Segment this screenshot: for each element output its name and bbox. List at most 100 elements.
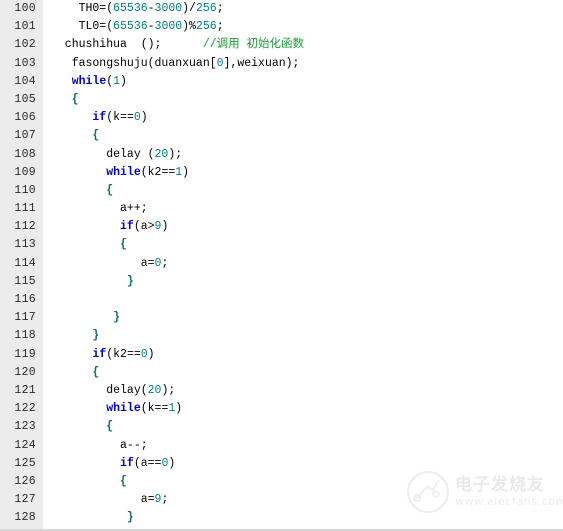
code-line-text[interactable]: if(k2==0): [43, 345, 563, 364]
code-token-pln: (a==: [133, 456, 162, 470]
code-token-pln: [51, 111, 92, 124]
line-number: 105: [0, 90, 43, 110]
code-line[interactable]: 102 chushihua (); //调用 初始化函数: [0, 36, 563, 55]
code-line[interactable]: 113 {: [0, 236, 563, 255]
code-line[interactable]: 109 while(k2==1): [0, 163, 563, 182]
code-line[interactable]: 106 if(k==0): [0, 109, 563, 128]
code-token-pln: [51, 93, 72, 106]
code-token-pln: )/: [182, 2, 196, 15]
code-token-brc: }: [126, 274, 134, 288]
code-line[interactable]: 104 while(1): [0, 72, 563, 91]
code-line[interactable]: 129 }: [0, 527, 563, 529]
line-number: 119: [0, 345, 43, 364]
code-line-text[interactable]: {: [43, 363, 563, 382]
code-token-pln: );: [161, 383, 176, 397]
code-line-text[interactable]: fasongshuju(duanxuan[0],weixuan);: [43, 54, 563, 73]
code-token-brc: {: [106, 420, 114, 434]
code-line-text[interactable]: TH0=(65536-3000)/256;: [43, 0, 563, 19]
code-token-pln: [51, 511, 127, 524]
code-line[interactable]: 120 {: [0, 363, 563, 382]
code-line-text[interactable]: {: [43, 472, 563, 492]
code-listing[interactable]: 100 TH0=(65536-3000)/256; 101 TL0=(65536-…: [0, 0, 563, 529]
code-line-text[interactable]: a++;: [43, 200, 563, 219]
code-token-pln: [51, 420, 106, 433]
code-line[interactable]: 123 {: [0, 418, 563, 437]
code-token-cmt: //调用 初始化函数: [202, 38, 305, 52]
code-line[interactable]: 100 TH0=(65536-3000)/256;: [0, 0, 563, 19]
code-line-text[interactable]: while(1): [43, 72, 563, 91]
code-line-text[interactable]: {: [43, 181, 563, 201]
code-token-pln: [51, 166, 106, 179]
code-line[interactable]: 111 a++;: [0, 200, 563, 219]
code-line-text[interactable]: if(a==0): [43, 454, 563, 473]
code-line-text[interactable]: while(k==1): [43, 400, 563, 419]
code-line[interactable]: 114 a=0;: [0, 254, 563, 273]
code-token-pln: chushihua ();: [51, 38, 203, 52]
code-line[interactable]: 126 {: [0, 472, 563, 492]
code-line[interactable]: 101 TL0=(65536-3000)%256;: [0, 18, 563, 37]
code-line-text[interactable]: while(k2==1): [43, 163, 563, 182]
code-line-text[interactable]: chushihua (); //调用 初始化函数: [43, 36, 563, 55]
code-token-kw: if: [92, 347, 107, 361]
code-line-text[interactable]: [43, 291, 563, 310]
code-line-text[interactable]: {: [43, 127, 563, 146]
code-line-text[interactable]: delay(20);: [43, 381, 563, 401]
code-line[interactable]: 124 a--;: [0, 436, 563, 455]
code-token-brc: }: [126, 511, 134, 525]
line-number: 108: [0, 145, 43, 164]
code-token-pln: delay (: [51, 147, 155, 161]
code-line-text[interactable]: TL0=(65536-3000)%256;: [43, 18, 563, 37]
code-line-text[interactable]: }: [43, 509, 563, 528]
code-line-text[interactable]: {: [43, 236, 563, 255]
code-line-text[interactable]: a=0;: [43, 254, 563, 273]
line-number: 114: [0, 254, 43, 273]
code-line[interactable]: 115 }: [0, 272, 563, 291]
code-line-text[interactable]: if(k==0): [43, 109, 563, 128]
code-token-pln: a++;: [51, 202, 148, 216]
code-line[interactable]: 122 while(k==1): [0, 400, 563, 419]
code-token-pln: [51, 311, 113, 324]
code-token-pln: ;: [216, 20, 224, 34]
code-line[interactable]: 103 fasongshuju(duanxuan[0],weixuan);: [0, 54, 563, 73]
line-number: 129: [0, 527, 43, 529]
line-number: 112: [0, 218, 43, 237]
code-token-pln: [51, 402, 106, 415]
code-line-text[interactable]: }: [43, 309, 563, 328]
code-token-pln: ): [161, 220, 169, 234]
code-line[interactable]: 128 }: [0, 509, 563, 528]
code-line[interactable]: 121 delay(20);: [0, 381, 563, 401]
code-line[interactable]: 127 a=9;: [0, 491, 563, 510]
code-line-text[interactable]: a--;: [43, 436, 563, 455]
code-line-text[interactable]: delay (20);: [43, 145, 563, 164]
code-line[interactable]: 118 }: [0, 327, 563, 346]
code-token-pln: delay(: [51, 383, 148, 397]
code-line-text[interactable]: }: [43, 272, 563, 291]
code-token-kw: while: [106, 402, 141, 416]
code-line-text[interactable]: {: [43, 90, 563, 110]
line-number: 125: [0, 454, 43, 473]
line-number: 107: [0, 127, 43, 146]
code-token-pln: [51, 220, 120, 233]
code-line[interactable]: 119 if(k2==0): [0, 345, 563, 364]
code-token-pln: [51, 129, 92, 142]
line-number: 122: [0, 400, 43, 419]
code-line[interactable]: 107 {: [0, 127, 563, 146]
code-line[interactable]: 116: [0, 291, 563, 310]
code-line-text[interactable]: {: [43, 418, 563, 437]
code-line[interactable]: 108 delay (20);: [0, 145, 563, 164]
code-line-text[interactable]: a=9;: [43, 491, 563, 510]
code-token-brc: }: [92, 329, 100, 343]
code-line[interactable]: 125 if(a==0): [0, 454, 563, 473]
code-line[interactable]: 117 }: [0, 309, 563, 328]
code-line-text[interactable]: }: [43, 527, 563, 529]
line-number: 101: [0, 18, 43, 37]
code-token-pln: [51, 457, 120, 470]
code-token-pln: ): [175, 402, 183, 416]
line-number: 116: [0, 291, 43, 310]
code-line[interactable]: 105 {: [0, 90, 563, 110]
code-line[interactable]: 112 if(a>9): [0, 218, 563, 237]
code-line-text[interactable]: if(a>9): [43, 218, 563, 237]
code-line[interactable]: 110 {: [0, 181, 563, 201]
code-token-pln: [51, 475, 120, 488]
code-line-text[interactable]: }: [43, 327, 563, 346]
